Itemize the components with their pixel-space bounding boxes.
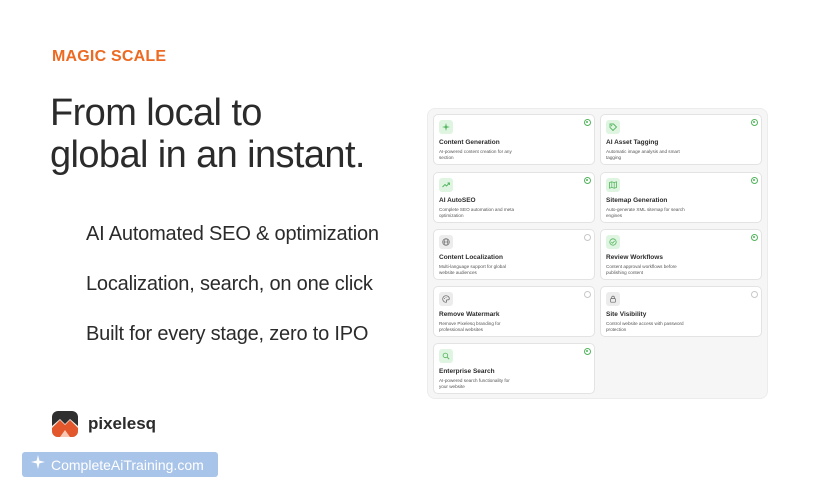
search-icon: [439, 349, 453, 363]
tag-icon: [606, 120, 620, 134]
card-title: AI AutoSEO: [439, 197, 476, 204]
card-description: Control website access with password pro…: [606, 321, 684, 332]
card-title: Content Localization: [439, 254, 503, 261]
palette-icon: [439, 292, 453, 306]
card-content-generation[interactable]: Content Generation AI-powered content cr…: [433, 114, 595, 165]
status-toggle[interactable]: [584, 177, 591, 184]
card-remove-watermark[interactable]: Remove Watermark Remove Pixelesq brandin…: [433, 286, 595, 337]
check-circle-icon: [606, 235, 620, 249]
headline-line-2: global in an instant.: [50, 134, 365, 176]
feature-item-stages: Built for every stage, zero to IPO: [86, 323, 369, 345]
card-ai-autoseo[interactable]: AI AutoSEO Complete SEO automation and m…: [433, 172, 595, 223]
feature-list: AI Automated SEO & optimization Localiza…: [86, 222, 379, 372]
card-description: Multi-language support for global websit…: [439, 264, 506, 275]
card-review-workflows[interactable]: Review Workflows Content approval workfl…: [600, 229, 762, 280]
card-ai-asset-tagging[interactable]: AI Asset Tagging Automatic image analysi…: [600, 114, 762, 165]
card-content-localization[interactable]: Content Localization Multi-language supp…: [433, 229, 595, 280]
sparkle-icon: [31, 455, 45, 474]
mountain-sun-logo: [52, 411, 78, 437]
card-description: Automatic image analysis and smart taggi…: [606, 149, 680, 160]
trend-up-icon: [439, 178, 453, 192]
card-title: Review Workflows: [606, 254, 663, 261]
map-icon: [606, 178, 620, 192]
status-toggle[interactable]: [751, 177, 758, 184]
sparkle-icon: [439, 120, 453, 134]
brand-name: pixelesq: [88, 414, 157, 433]
card-enterprise-search[interactable]: Enterprise Search AI-powered search func…: [433, 343, 595, 394]
card-title: Sitemap Generation: [606, 197, 668, 204]
card-description: Complete SEO automation and meta optimiz…: [439, 207, 515, 218]
status-toggle[interactable]: [751, 234, 758, 241]
card-title: Remove Watermark: [439, 311, 500, 318]
status-toggle[interactable]: [751, 119, 758, 126]
feature-item-localization: Localization, search, on one click: [86, 273, 373, 295]
headline-line-1: From local to: [50, 92, 262, 134]
card-title: Enterprise Search: [439, 368, 495, 375]
globe-icon: [439, 235, 453, 249]
card-site-visibility[interactable]: Site Visibility Control website access w…: [600, 286, 762, 337]
card-description: Remove Pixelesq branding for professiona…: [439, 321, 501, 332]
card-title: Content Generation: [439, 139, 500, 146]
card-description: AI-powered content creation for any sect…: [439, 149, 512, 160]
card-description: Auto-generate XML sitemap for search eng…: [606, 207, 685, 218]
status-toggle[interactable]: [584, 348, 591, 355]
feature-item-seo: AI Automated SEO & optimization: [86, 223, 379, 245]
card-sitemap-generation[interactable]: Sitemap Generation Auto-generate XML sit…: [600, 172, 762, 223]
status-toggle[interactable]: [584, 291, 591, 298]
feature-settings-panel: Content Generation AI-powered content cr…: [427, 108, 768, 399]
page-title: From local to global in an instant.: [50, 92, 365, 176]
card-title: Site Visibility: [606, 311, 647, 318]
watermark-text: CompleteAiTraining.com: [51, 456, 204, 473]
brand: pixelesq: [52, 411, 156, 437]
status-toggle[interactable]: [584, 119, 591, 126]
watermark-badge[interactable]: CompleteAiTraining.com: [22, 452, 218, 477]
card-description: AI-powered search functionality for your…: [439, 378, 510, 389]
status-toggle[interactable]: [584, 234, 591, 241]
lock-icon: [606, 292, 620, 306]
card-description: Content approval workflows before publis…: [606, 264, 677, 275]
card-title: AI Asset Tagging: [606, 139, 659, 146]
eyebrow-label: MAGIC SCALE: [52, 48, 167, 65]
status-toggle[interactable]: [751, 291, 758, 298]
